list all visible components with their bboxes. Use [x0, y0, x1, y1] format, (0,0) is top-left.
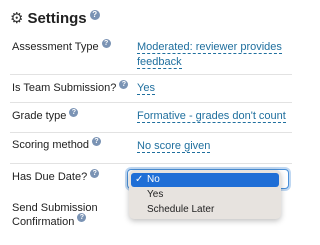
setting-row-scoring-method: Scoring method? No score given	[0, 133, 300, 164]
settings-header: ⚙ Settings ?	[10, 7, 100, 29]
dropdown-option-no[interactable]: ✓ No	[131, 173, 279, 187]
due-date-dropdown: ✓ No Yes Schedule Later	[129, 170, 281, 219]
grade-type-value[interactable]: Formative - grades don't count	[137, 109, 286, 124]
help-icon[interactable]: ?	[77, 213, 87, 222]
help-icon[interactable]: ?	[89, 9, 100, 20]
setting-row-assessment-type: Assessment Type? Moderated: reviewer pro…	[0, 33, 300, 75]
setting-row-grade-type: Grade type? Formative - grades don't cou…	[0, 103, 300, 133]
help-icon[interactable]: ?	[119, 80, 129, 89]
setting-label: Is Team Submission??	[12, 80, 129, 94]
help-icon[interactable]: ?	[69, 108, 79, 117]
team-submission-value[interactable]: Yes	[137, 81, 155, 96]
setting-label: Send Submission Confirmation?	[12, 202, 98, 228]
assessment-type-value[interactable]: Moderated: reviewer provides feedback	[137, 40, 282, 70]
dropdown-option-yes[interactable]: Yes	[131, 188, 279, 202]
scoring-method-value[interactable]: No score given	[137, 139, 211, 154]
setting-label: Grade type?	[12, 108, 79, 122]
page-title: Settings	[27, 9, 87, 27]
gear-icon: ⚙	[10, 8, 24, 27]
help-icon[interactable]: ?	[92, 137, 102, 146]
help-icon[interactable]: ?	[90, 169, 100, 178]
setting-row-team-submission: Is Team Submission?? Yes	[0, 75, 300, 103]
setting-label: Assessment Type?	[12, 39, 111, 53]
help-icon[interactable]: ?	[101, 39, 111, 48]
setting-label: Has Due Date??	[12, 169, 100, 183]
dropdown-option-schedule-later[interactable]: Schedule Later	[131, 203, 279, 217]
setting-label: Scoring method?	[12, 137, 102, 151]
checkmark-icon: ✓	[135, 174, 144, 185]
